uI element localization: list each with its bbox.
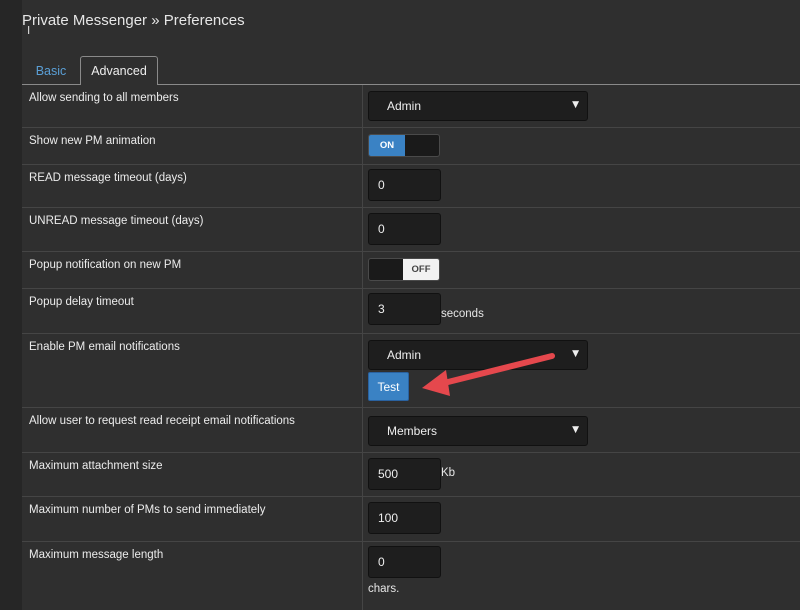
unit-kb: Kb — [441, 467, 456, 479]
read-timeout-input[interactable]: 0 — [368, 169, 441, 201]
popup-notification-toggle[interactable]: OFF — [368, 258, 440, 281]
select-value: Admin — [387, 348, 422, 362]
select-value: Admin — [387, 99, 422, 113]
row-label: Popup delay timeout — [29, 296, 134, 308]
toggle-on-label: ON — [369, 135, 405, 156]
pref-row-show-pm-animation: Show new PM animation ON — [22, 128, 800, 165]
row-label: Maximum message length — [29, 549, 164, 561]
unread-timeout-input[interactable]: 0 — [368, 213, 441, 245]
toggle-off-label: OFF — [403, 259, 439, 280]
row-label: Maximum number of PMs to send immediatel… — [29, 504, 266, 516]
max-pms-input[interactable]: 100 — [368, 502, 441, 534]
dropdown-triangle-icon: ▼ — [572, 425, 579, 435]
unit-chars: chars. — [368, 583, 400, 595]
dropdown-triangle-icon: ▼ — [572, 349, 579, 359]
left-gutter — [0, 0, 22, 610]
row-label: READ message timeout (days) — [29, 172, 187, 184]
row-label: Enable PM email notifications — [29, 341, 180, 353]
pref-row-attachment-size: Maximum attachment size 500 Kb — [22, 453, 800, 497]
row-label: Maximum attachment size — [29, 460, 163, 472]
show-pm-animation-toggle[interactable]: ON — [368, 134, 440, 157]
text-cursor-icon: I — [27, 24, 31, 37]
test-button[interactable]: Test — [368, 372, 409, 401]
pref-row-max-pms: Maximum number of PMs to send immediatel… — [22, 497, 800, 542]
select-value: Members — [387, 424, 438, 438]
max-message-length-input[interactable]: 0 — [368, 546, 441, 578]
tab-basic[interactable]: Basic — [26, 56, 76, 85]
row-label: Popup notification on new PM — [29, 259, 182, 271]
preferences-table: Allow sending to all members Admin ▼ Sho… — [22, 85, 800, 610]
attachment-size-input[interactable]: 500 — [368, 458, 441, 490]
row-label: UNREAD message timeout (days) — [29, 215, 204, 227]
row-label: Allow sending to all members — [29, 92, 179, 104]
pref-row-read-receipt: Allow user to request read receipt email… — [22, 408, 800, 453]
popup-delay-input[interactable]: 3 — [368, 293, 441, 325]
pref-row-popup-notification: Popup notification on new PM OFF — [22, 252, 800, 289]
pref-row-popup-delay: Popup delay timeout 3 seconds — [22, 289, 800, 334]
tab-bar: Basic Advanced — [22, 56, 800, 85]
page-title: Private Messenger » Preferences — [22, 12, 245, 29]
read-receipt-select[interactable]: Members ▼ — [368, 416, 588, 446]
pref-row-allow-sending-all: Allow sending to all members Admin ▼ — [22, 85, 800, 128]
pref-row-unread-timeout: UNREAD message timeout (days) 0 — [22, 208, 800, 252]
pref-row-max-message-length: Maximum message length 0 chars. — [22, 542, 800, 610]
unit-seconds: seconds — [441, 308, 484, 320]
allow-sending-all-select[interactable]: Admin ▼ — [368, 91, 588, 121]
pref-row-email-notifications: Enable PM email notifications Admin ▼ Te… — [22, 334, 800, 408]
pref-row-read-timeout: READ message timeout (days) 0 — [22, 165, 800, 208]
dropdown-triangle-icon: ▼ — [572, 100, 579, 110]
red-arrow-annotation — [422, 353, 555, 396]
row-label: Allow user to request read receipt email… — [29, 415, 295, 427]
tab-advanced[interactable]: Advanced — [80, 56, 158, 85]
row-label: Show new PM animation — [29, 135, 156, 147]
